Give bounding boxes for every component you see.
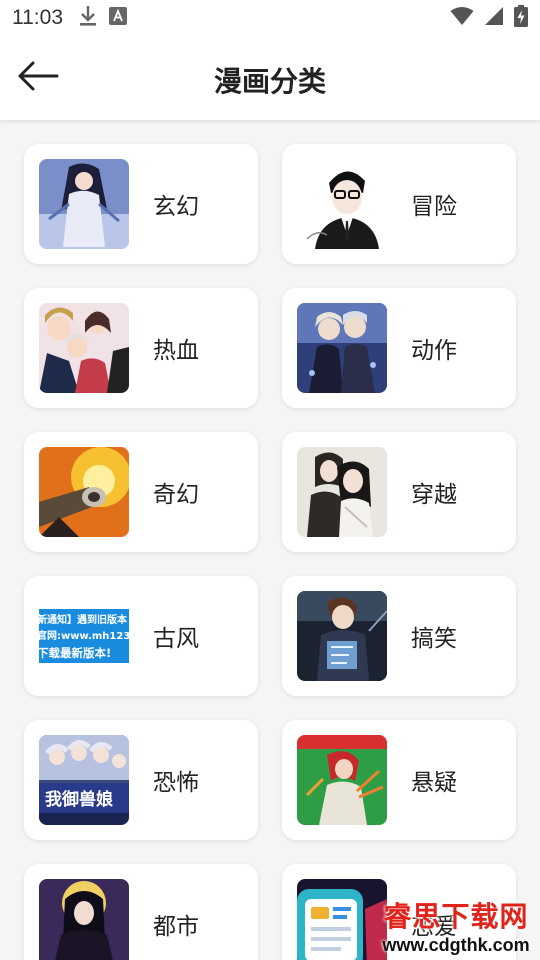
category-thumbnail: 新通知】遇到旧版本 官网:www.mh123 下载最新版本! xyxy=(39,591,129,681)
category-grid: 玄幻 冒险 热血 动作 奇幻 穿越 新通知】遇到旧版本 官网:www.mh123… xyxy=(24,144,516,960)
category-thumbnail xyxy=(297,447,387,537)
category-label: 热血 xyxy=(153,338,199,364)
category-card-dushi[interactable]: 都市 xyxy=(24,864,258,960)
category-thumbnail xyxy=(39,879,129,960)
notice-line-3: 下载最新版本! xyxy=(39,646,111,660)
category-card-dongzuo[interactable]: 动作 xyxy=(282,288,516,408)
battery-charging-icon xyxy=(514,4,528,32)
category-thumbnail xyxy=(39,447,129,537)
category-label: 恐怖 xyxy=(153,770,199,796)
category-thumbnail xyxy=(297,735,387,825)
app-bar: 漫画分类 xyxy=(0,36,540,120)
category-thumbnail xyxy=(297,303,387,393)
category-label: 都市 xyxy=(153,914,199,940)
site-watermark: 睿思下载网 www.cdgthk.com xyxy=(376,894,536,956)
status-system-icons xyxy=(450,4,528,32)
category-card-gufeng[interactable]: 新通知】遇到旧版本 官网:www.mh123 下载最新版本! 古风 xyxy=(24,576,258,696)
category-card-kongbu[interactable]: 我御兽娘 恐怖 xyxy=(24,720,258,840)
status-bar: 11:03 xyxy=(0,0,540,36)
category-card-xuanhuan[interactable]: 玄幻 xyxy=(24,144,258,264)
category-label: 玄幻 xyxy=(153,194,199,220)
notice-line-1: 新通知】遇到旧版本 xyxy=(39,613,128,626)
download-icon xyxy=(79,5,97,32)
page-title: 漫画分类 xyxy=(213,65,326,98)
watermark-title: 睿思下载网 xyxy=(383,899,529,933)
category-thumbnail xyxy=(297,879,387,960)
category-thumbnail xyxy=(39,159,129,249)
category-label: 古风 xyxy=(153,626,199,652)
font-a-icon xyxy=(109,6,127,30)
category-label: 穿越 xyxy=(411,482,457,508)
category-thumbnail xyxy=(297,159,387,249)
watermark-url: www.cdgthk.com xyxy=(382,934,530,955)
category-label: 悬疑 xyxy=(411,770,457,796)
category-thumbnail xyxy=(297,591,387,681)
category-label: 动作 xyxy=(411,338,457,364)
cover-title: 我御兽娘 xyxy=(45,789,113,810)
notice-line-2: 官网:www.mh123 xyxy=(39,629,129,642)
status-notification-icons xyxy=(79,5,127,32)
status-time: 11:03 xyxy=(12,6,63,29)
category-label: 冒险 xyxy=(411,194,457,220)
category-label: 奇幻 xyxy=(153,482,199,508)
category-card-qihuan[interactable]: 奇幻 xyxy=(24,432,258,552)
category-card-maoxian[interactable]: 冒险 xyxy=(282,144,516,264)
wifi-icon xyxy=(450,6,474,31)
signal-icon xyxy=(484,6,504,31)
category-label: 搞笑 xyxy=(411,626,457,652)
category-card-rexue[interactable]: 热血 xyxy=(24,288,258,408)
category-card-chuanyue[interactable]: 穿越 xyxy=(282,432,516,552)
category-card-gaoxiao[interactable]: 搞笑 xyxy=(282,576,516,696)
category-thumbnail xyxy=(39,303,129,393)
category-card-xuanyi[interactable]: 悬疑 xyxy=(282,720,516,840)
category-thumbnail: 我御兽娘 xyxy=(39,735,129,825)
